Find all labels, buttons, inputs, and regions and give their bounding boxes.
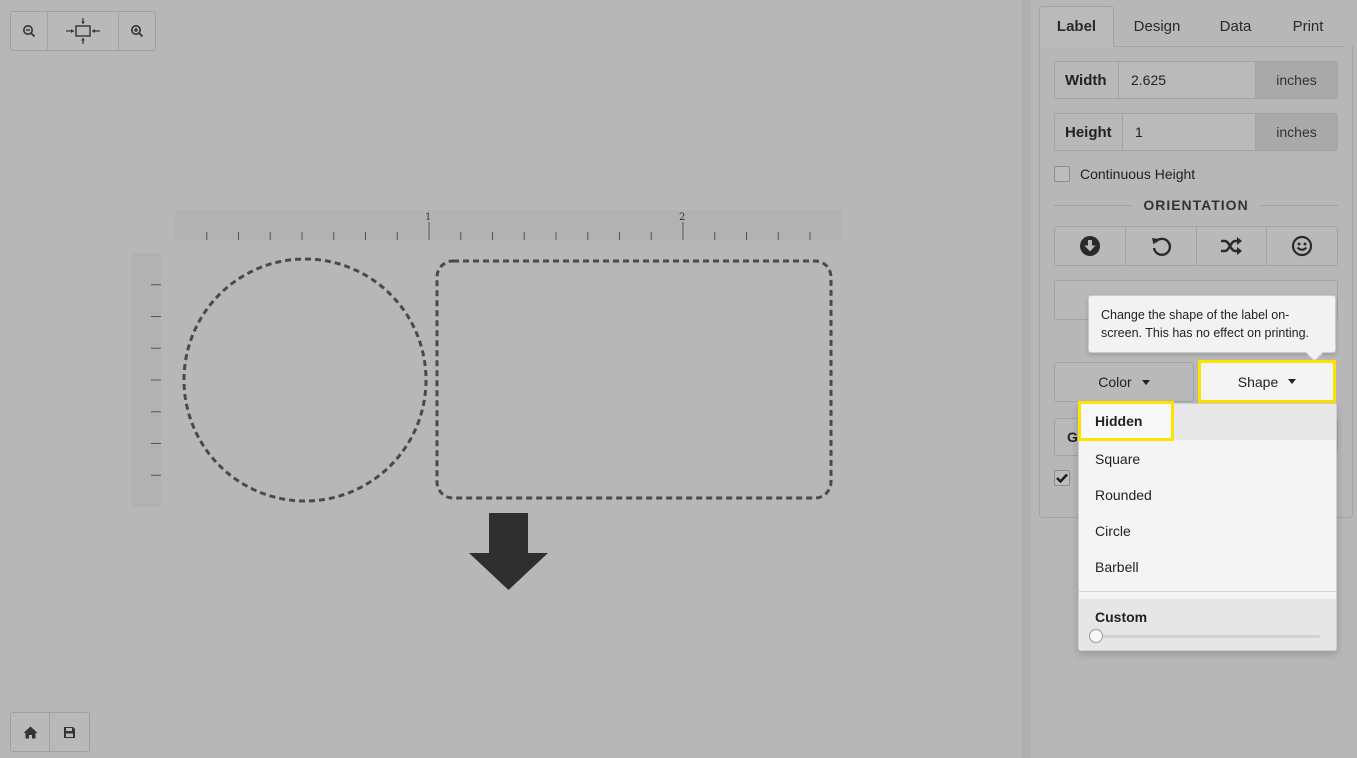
orientation-heading: ORIENTATION xyxy=(1054,196,1338,214)
custom-slider-track[interactable] xyxy=(1095,635,1320,638)
shape-option-square[interactable]: Square xyxy=(1079,441,1336,477)
checkmark-icon xyxy=(1056,473,1068,483)
home-icon xyxy=(23,726,37,738)
color-dropdown-button[interactable]: Color xyxy=(1054,362,1194,402)
label-preview xyxy=(182,257,833,590)
save-button[interactable] xyxy=(50,713,89,751)
orientation-title: ORIENTATION xyxy=(1143,197,1249,213)
panel-divider[interactable] xyxy=(1022,0,1031,758)
rounded-label-outline xyxy=(435,259,833,500)
circle-label-outline xyxy=(182,257,428,503)
color-label: Color xyxy=(1098,374,1132,390)
custom-label: Custom xyxy=(1095,609,1148,625)
width-field[interactable]: 2.625 xyxy=(1119,62,1255,98)
height-label: Height xyxy=(1055,114,1123,150)
height-unit: inches xyxy=(1255,114,1337,150)
width-unit: inches xyxy=(1255,62,1337,98)
height-field[interactable]: 1 xyxy=(1123,114,1255,150)
arrow-down-icon xyxy=(469,513,548,590)
partial-row-letter: G xyxy=(1067,429,1078,445)
orientation-smile-button[interactable] xyxy=(1267,227,1337,265)
menu-divider xyxy=(1079,591,1336,592)
shape-option-custom[interactable]: Custom xyxy=(1079,599,1336,650)
rotate-icon xyxy=(1151,237,1171,256)
tab-label[interactable]: Label xyxy=(1039,6,1114,47)
orientation-buttons xyxy=(1054,226,1338,266)
smile-icon xyxy=(1292,235,1313,257)
continuous-height-checkbox[interactable] xyxy=(1054,166,1070,182)
continuous-height-label: Continuous Height xyxy=(1080,166,1196,182)
tab-print[interactable]: Print xyxy=(1271,6,1345,46)
orientation-down-button[interactable] xyxy=(1055,227,1126,265)
orientation-shuffle-button[interactable] xyxy=(1197,227,1268,265)
continuous-height-row: Continuous Height xyxy=(1054,166,1195,182)
home-button[interactable] xyxy=(11,713,50,751)
orientation-rotate-button[interactable] xyxy=(1126,227,1197,265)
tooltip-text: Change the shape of the label on-screen.… xyxy=(1101,308,1309,340)
shape-option-circle[interactable]: Circle xyxy=(1079,513,1336,549)
shape-label: Shape xyxy=(1237,373,1279,390)
width-input-group: Width 2.625 inches xyxy=(1054,61,1338,99)
caret-down-icon xyxy=(1141,379,1150,385)
option-check-row xyxy=(1054,470,1080,486)
tab-design[interactable]: Design xyxy=(1114,6,1200,46)
arrow-circle-down-icon xyxy=(1079,236,1100,256)
caret-down-icon xyxy=(1288,379,1297,384)
option-checkbox[interactable] xyxy=(1054,470,1070,486)
custom-slider-thumb[interactable] xyxy=(1089,629,1103,643)
width-label: Width xyxy=(1055,62,1119,98)
save-icon xyxy=(64,726,75,738)
bottom-toolbar xyxy=(10,712,90,752)
shape-dropdown-button[interactable]: Shape xyxy=(1198,360,1336,403)
shape-tooltip: Change the shape of the label on-screen.… xyxy=(1088,295,1336,353)
shape-option-hidden[interactable]: Hidden xyxy=(1078,401,1174,441)
label-canvas: 1 2 xyxy=(0,0,1022,758)
shape-option-rounded[interactable]: Rounded xyxy=(1079,477,1336,513)
shuffle-icon xyxy=(1221,237,1243,255)
height-input-group: Height 1 inches xyxy=(1054,113,1338,151)
tab-data[interactable]: Data xyxy=(1200,6,1271,46)
panel-tabs: Label Design Data Print xyxy=(1039,6,1345,47)
shape-option-barbell[interactable]: Barbell xyxy=(1079,549,1336,585)
